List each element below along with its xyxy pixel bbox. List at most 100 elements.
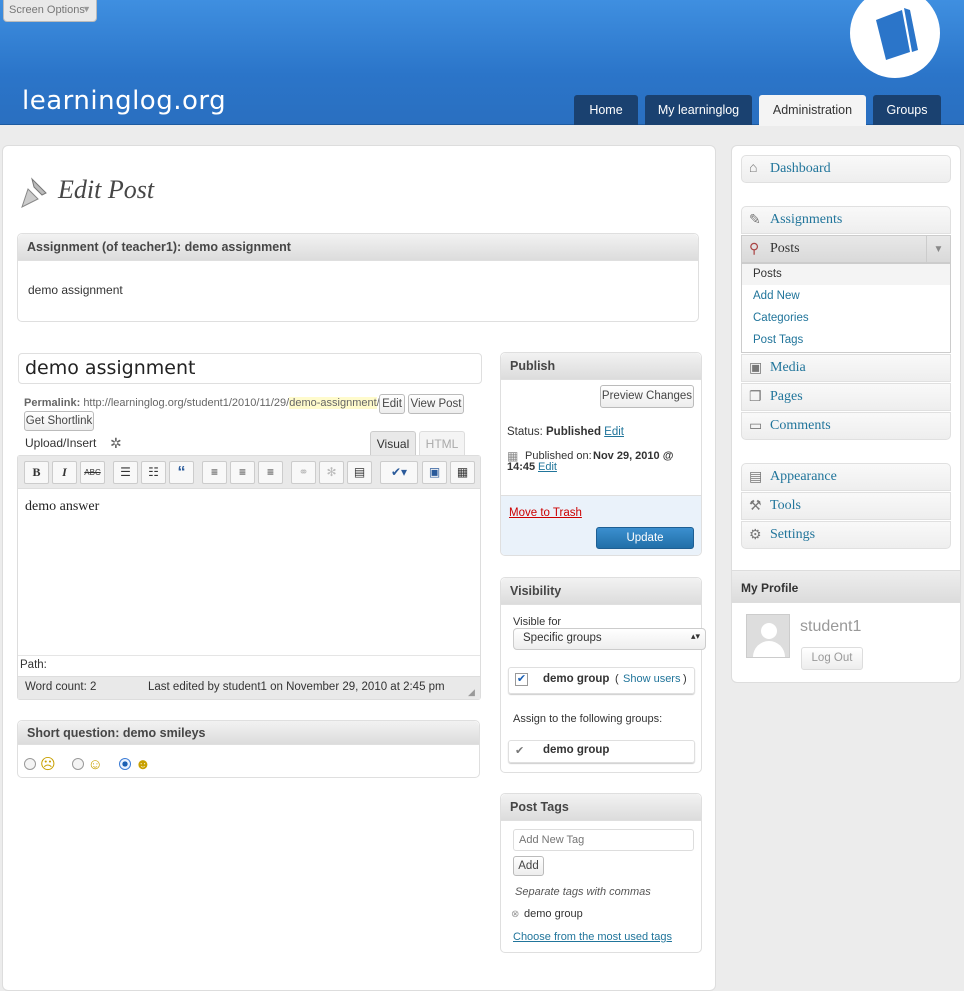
permalink-slug[interactable]: demo-assignment [289, 397, 377, 409]
appearance-icon: ▤ [749, 470, 763, 485]
group-checkbox-row: ✔ demo group ( Show users ) [508, 667, 695, 694]
blockquote-button[interactable]: “ [169, 461, 194, 484]
tag-item: demo group [524, 908, 583, 920]
align-right-icon[interactable]: ≡ [258, 461, 283, 484]
sidebar-item-pages[interactable]: ❐ Pages [741, 383, 951, 411]
sidebar-label-dashboard: Dashboard [770, 161, 831, 176]
fullscreen-icon[interactable]: ▣ [422, 461, 447, 484]
published-edit-link[interactable]: Edit [538, 461, 557, 473]
kitchen-sink-icon[interactable]: ▦ [450, 461, 475, 484]
sidebar-label-pages: Pages [770, 389, 803, 404]
preview-changes-button[interactable]: Preview Changes [600, 385, 694, 408]
pushpin-icon: ⚲ [749, 242, 760, 257]
tags-hint: Separate tags with commas [515, 886, 651, 898]
nav-tab-my-learninglog[interactable]: My learninglog [645, 95, 752, 125]
resize-handle-icon[interactable]: ◢ [468, 687, 475, 698]
sidebar-item-comments[interactable]: ▭ Comments [741, 412, 951, 440]
add-tag-button[interactable]: Add [513, 856, 544, 876]
smiley-radio-3[interactable] [118, 758, 131, 770]
unlink-icon[interactable]: ✻ [319, 461, 344, 484]
get-shortlink-button[interactable]: Get Shortlink [24, 411, 94, 431]
move-to-trash-link[interactable]: Move to Trash [509, 507, 582, 519]
tools-icon: ⚒ [749, 499, 762, 514]
most-used-tags-link[interactable]: Choose from the most used tags [513, 931, 672, 943]
assignments-icon: ✎ [749, 213, 761, 228]
sidebar-item-assignments[interactable]: ✎ Assignments [741, 206, 951, 234]
add-media-icon[interactable]: ✲ [110, 435, 122, 452]
remove-tag-icon[interactable]: ⊗ [511, 909, 519, 920]
visibility-header: Visibility [501, 578, 701, 605]
nav-tab-administration[interactable]: Administration [759, 95, 866, 126]
group-checkbox[interactable]: ✔ [515, 673, 528, 686]
site-logo-text[interactable]: learninglog.org [22, 86, 226, 116]
my-profile-header: My Profile [732, 570, 960, 603]
word-count: Word count: 2 [25, 681, 97, 693]
sidebar-item-media[interactable]: ▣ Media [741, 354, 951, 382]
screen-options-button[interactable]: Screen Options ▼ [3, 0, 97, 22]
update-button[interactable]: Update [596, 527, 694, 549]
avatar[interactable] [746, 614, 790, 658]
permalink-label: Permalink: [24, 397, 81, 409]
sidebar-item-posts[interactable]: ⚲ Posts ▼ [741, 235, 951, 263]
page-title: Edit Post [58, 175, 155, 204]
status-value: Published [546, 426, 601, 438]
visibility-select[interactable]: Specific groups ▴▾ [513, 628, 706, 650]
assign-groups-label: Assign to the following groups: [513, 713, 663, 725]
add-tag-input[interactable] [513, 829, 694, 851]
posts-toggle-icon[interactable]: ▼ [926, 236, 950, 263]
submenu-add-new[interactable]: Add New [753, 290, 800, 302]
status-row: Status: Published Edit [507, 426, 624, 438]
align-center-icon[interactable]: ≡ [230, 461, 255, 484]
bullet-list-icon[interactable]: ☰ [113, 461, 138, 484]
post-title-input[interactable]: demo assignment [18, 353, 482, 384]
insert-more-icon[interactable]: ▤ [347, 461, 372, 484]
submenu-posts[interactable]: Posts [753, 268, 782, 280]
sidebar-item-settings[interactable]: ⚙ Settings [741, 521, 951, 549]
neutral-face-icon: ☺ [87, 755, 103, 773]
view-post-button[interactable]: View Post [408, 394, 464, 414]
editor-content[interactable]: demo answer [25, 499, 99, 515]
assignment-box: Assignment (of teacher1): demo assignmen… [17, 233, 699, 322]
numbered-list-icon[interactable]: ☷ [141, 461, 166, 484]
select-arrows-icon: ▴▾ [690, 631, 700, 641]
dashboard-icon: ⌂ [749, 161, 758, 176]
spellcheck-icon[interactable]: ✔▾ [380, 461, 418, 484]
assign-check-icon[interactable]: ✔ [515, 744, 528, 757]
sidebar-item-dashboard[interactable]: ⌂ Dashboard [741, 155, 951, 183]
submenu-post-tags[interactable]: Post Tags [753, 334, 803, 346]
smiley-radio-2[interactable] [71, 758, 84, 770]
nav-tab-home[interactable]: Home [574, 95, 638, 125]
sidebar-label-media: Media [770, 360, 806, 375]
sidebar-label-comments: Comments [770, 418, 831, 433]
sidebar-item-appearance[interactable]: ▤ Appearance [741, 463, 951, 491]
tab-visual[interactable]: Visual [370, 431, 416, 456]
italic-button[interactable]: I [52, 461, 77, 484]
bold-button[interactable]: B [24, 461, 49, 484]
tab-html[interactable]: HTML [419, 431, 465, 456]
assignment-header: Assignment (of teacher1): demo assignmen… [18, 234, 698, 261]
smiley-radio-1[interactable] [24, 758, 36, 770]
assign-group-row: ✔ demo group [508, 740, 695, 763]
log-out-button[interactable]: Log Out [801, 647, 863, 670]
profile-name[interactable]: student1 [800, 618, 861, 636]
nav-tab-groups[interactable]: Groups [873, 95, 941, 125]
assignment-body: demo assignment [28, 283, 123, 297]
submenu-categories[interactable]: Categories [753, 312, 809, 324]
media-icon: ▣ [749, 361, 763, 376]
sidebar-label-posts: Posts [770, 241, 800, 256]
sidebar-label-appearance: Appearance [770, 469, 837, 484]
insert-link-icon[interactable]: ⚭ [291, 461, 316, 484]
permalink-edit-button[interactable]: Edit [379, 394, 405, 414]
show-users-open: ( [615, 673, 619, 685]
status-edit-link[interactable]: Edit [604, 426, 624, 438]
strikethrough-button[interactable]: ABC [80, 461, 105, 484]
sidebar-item-tools[interactable]: ⚒ Tools [741, 492, 951, 520]
show-users-link[interactable]: Show users [623, 673, 680, 685]
avatar-head [761, 623, 777, 639]
sidebar-label-assignments: Assignments [770, 212, 843, 227]
sidebar-label-settings: Settings [770, 527, 816, 542]
pushpin-icon [21, 177, 47, 208]
last-edited: Last edited by student1 on November 29, … [148, 681, 445, 693]
published-time: 14:45 [507, 461, 536, 473]
align-left-icon[interactable]: ≡ [202, 461, 227, 484]
